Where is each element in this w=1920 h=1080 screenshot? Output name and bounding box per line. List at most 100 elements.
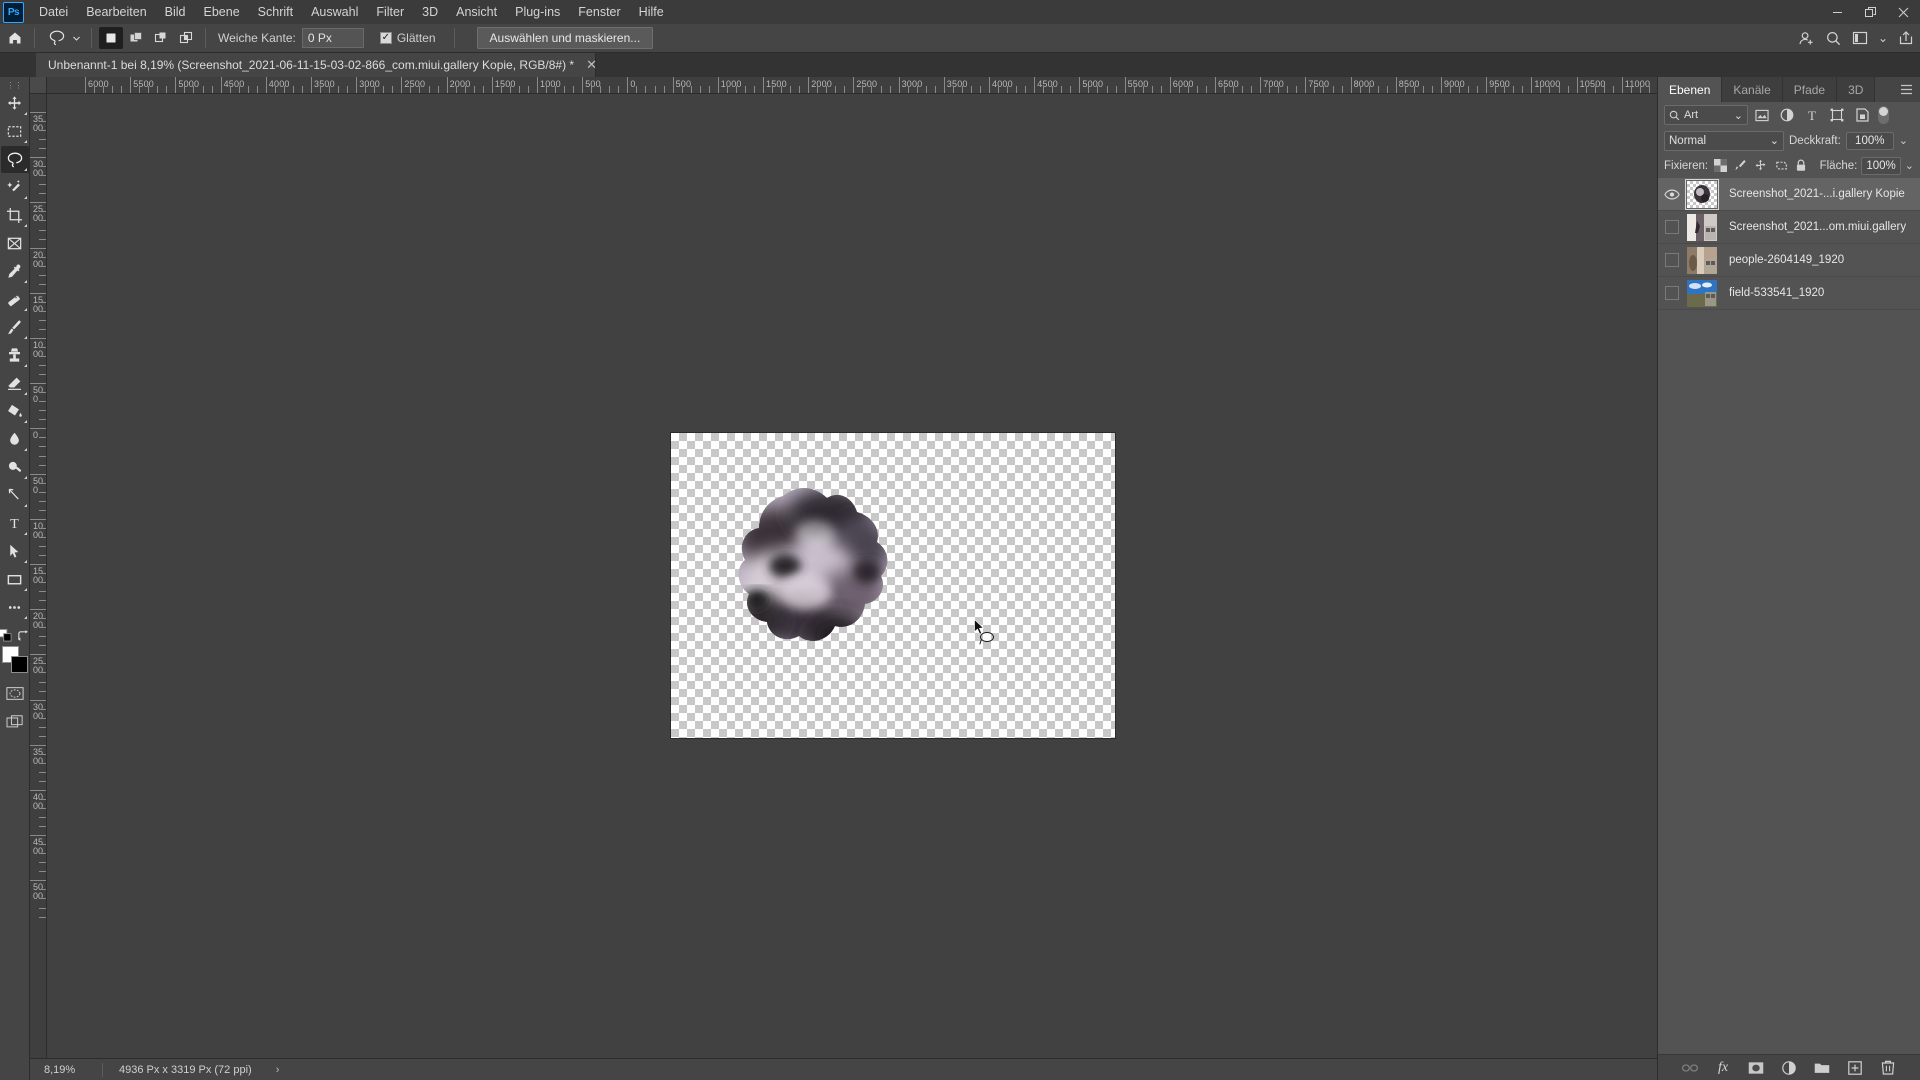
frame-tool[interactable]	[1, 230, 29, 257]
filter-smart-object-icon[interactable]	[1851, 105, 1873, 125]
chevron-down-icon[interactable]: ⌄	[1878, 31, 1888, 45]
lock-image-icon[interactable]	[1732, 156, 1748, 176]
select-and-mask-button[interactable]: Auswählen und maskieren...	[476, 27, 654, 49]
workspace-icon[interactable]	[1852, 30, 1868, 46]
new-layer-icon[interactable]	[1847, 1059, 1864, 1076]
edit-toolbar-button[interactable]	[1, 594, 29, 621]
lock-position-icon[interactable]	[1753, 156, 1769, 176]
document-tab[interactable]: Unbenannt-1 bei 8,19% (Screenshot_2021-0…	[36, 53, 597, 77]
layer-thumbnail[interactable]	[1687, 279, 1717, 307]
menu-item-filter[interactable]: Filter	[367, 2, 413, 22]
layer-thumbnail[interactable]	[1685, 178, 1719, 210]
tab-3d[interactable]: 3D	[1837, 77, 1876, 102]
menu-item-schrift[interactable]: Schrift	[249, 2, 302, 22]
new-adjustment-layer-icon[interactable]	[1781, 1059, 1798, 1076]
pen-tool[interactable]	[1, 482, 29, 509]
filter-type-icon[interactable]: T	[1801, 105, 1823, 125]
blur-tool[interactable]	[1, 426, 29, 453]
chevron-down-icon[interactable]: ⌄	[1905, 159, 1914, 172]
background-color-swatch[interactable]	[10, 656, 28, 673]
antialias-checkbox[interactable]: ✓ Glätten	[379, 31, 436, 45]
tool-preset-picker[interactable]	[39, 28, 87, 48]
menu-item-hilfe[interactable]: Hilfe	[630, 2, 673, 22]
share-export-icon[interactable]	[1898, 30, 1914, 46]
filter-pixel-icon[interactable]	[1751, 105, 1773, 125]
type-tool[interactable]: T	[1, 510, 29, 537]
filter-toggle[interactable]	[1878, 106, 1889, 124]
layer-visibility-toggle[interactable]	[1660, 189, 1684, 200]
menu-item-bearbeiten[interactable]: Bearbeiten	[77, 2, 155, 22]
lock-all-icon[interactable]	[1793, 156, 1809, 176]
subtract-from-selection-button[interactable]	[149, 27, 173, 49]
toolbar-grip[interactable]: ⋮⋮	[0, 81, 29, 90]
canvas-stage[interactable]	[47, 94, 1657, 1058]
user-add-icon[interactable]	[1798, 30, 1815, 47]
move-tool[interactable]	[1, 90, 29, 117]
clone-stamp-tool[interactable]	[1, 342, 29, 369]
table-row[interactable]: people-2604149_1920	[1658, 244, 1920, 277]
dodge-tool[interactable]	[1, 454, 29, 481]
layer-thumbnail[interactable]	[1687, 213, 1717, 241]
tab-pfade[interactable]: Pfade	[1782, 77, 1838, 102]
feather-input[interactable]: 0 Px	[301, 28, 364, 48]
intersect-selection-button[interactable]	[174, 27, 198, 49]
panel-menu-icon[interactable]	[1900, 77, 1913, 102]
delete-layer-icon[interactable]	[1880, 1059, 1897, 1076]
table-row[interactable]: Screenshot_2021...om.miui.gallery	[1658, 211, 1920, 244]
filter-shape-icon[interactable]	[1826, 105, 1848, 125]
menu-item-auswahl[interactable]: Auswahl	[302, 2, 367, 22]
menu-item-ansicht[interactable]: Ansicht	[447, 2, 506, 22]
eraser-tool[interactable]	[1, 370, 29, 397]
menu-item-3d[interactable]: 3D	[413, 2, 447, 22]
table-row[interactable]: field-533541_1920	[1658, 277, 1920, 310]
rectangular-marquee-tool[interactable]	[1, 118, 29, 145]
fill-input[interactable]: 100%	[1861, 156, 1901, 175]
status-expand-icon[interactable]: ›	[276, 1064, 280, 1076]
search-icon[interactable]	[1825, 30, 1842, 47]
artboard[interactable]	[671, 433, 1115, 738]
healing-brush-tool[interactable]	[1, 286, 29, 313]
layer-styles-fx-icon[interactable]: fx	[1715, 1059, 1732, 1076]
layer-visibility-toggle[interactable]	[1660, 220, 1684, 234]
maximize-button[interactable]	[1854, 0, 1887, 24]
new-selection-button[interactable]	[99, 27, 123, 49]
swap-colors-icon[interactable]	[17, 629, 30, 642]
menu-item-plugins[interactable]: Plug-ins	[506, 2, 569, 22]
eyedropper-tool[interactable]	[1, 258, 29, 285]
rectangle-shape-tool[interactable]	[1, 566, 29, 593]
menu-item-ebene[interactable]: Ebene	[195, 2, 249, 22]
blend-mode-select[interactable]: Normal ⌄	[1664, 130, 1784, 151]
zoom-level[interactable]: 8,19%	[30, 1064, 102, 1076]
chevron-down-icon[interactable]: ⌄	[1899, 134, 1908, 147]
lock-artboard-icon[interactable]	[1773, 156, 1789, 176]
path-selection-tool[interactable]	[1, 538, 29, 565]
new-group-icon[interactable]	[1814, 1059, 1831, 1076]
tab-ebenen[interactable]: Ebenen	[1658, 77, 1723, 102]
layer-filter-kind-select[interactable]: Art ⌄	[1664, 105, 1748, 125]
home-icon[interactable]	[0, 31, 30, 45]
quick-mask-button[interactable]	[1, 680, 29, 707]
paint-bucket-tool[interactable]	[1, 398, 29, 425]
filter-adjustment-icon[interactable]	[1776, 105, 1798, 125]
layer-thumbnail[interactable]	[1687, 246, 1717, 274]
crop-tool[interactable]	[1, 202, 29, 229]
lock-transparency-icon[interactable]	[1712, 156, 1728, 176]
menu-item-bild[interactable]: Bild	[156, 2, 195, 22]
default-colors-icon[interactable]	[0, 628, 12, 642]
vertical-ruler[interactable]: 3500 3000 2500 2000 1500 1000 500 0 500 1000 1500 2…	[30, 94, 47, 1058]
close-icon[interactable]: ✕	[586, 57, 597, 73]
link-layers-icon[interactable]	[1682, 1059, 1699, 1076]
layer-visibility-toggle[interactable]	[1660, 253, 1684, 267]
screen-mode-button[interactable]	[1, 708, 29, 735]
add-layer-mask-icon[interactable]	[1748, 1059, 1765, 1076]
add-to-selection-button[interactable]	[124, 27, 148, 49]
tab-kanaele[interactable]: Kanäle	[1722, 77, 1783, 102]
menu-item-fenster[interactable]: Fenster	[569, 2, 629, 22]
menu-item-datei[interactable]: Datei	[30, 2, 77, 22]
minimize-button[interactable]	[1821, 0, 1854, 24]
table-row[interactable]: Screenshot_2021-...i.gallery Kopie	[1658, 178, 1920, 211]
horizontal-ruler[interactable]: 6000 5500 5000 4500 4000 3500 3000 2500 2000 1500…	[30, 77, 1657, 94]
close-button[interactable]	[1887, 0, 1920, 24]
layer-visibility-toggle[interactable]	[1660, 286, 1684, 300]
brush-tool[interactable]	[1, 314, 29, 341]
